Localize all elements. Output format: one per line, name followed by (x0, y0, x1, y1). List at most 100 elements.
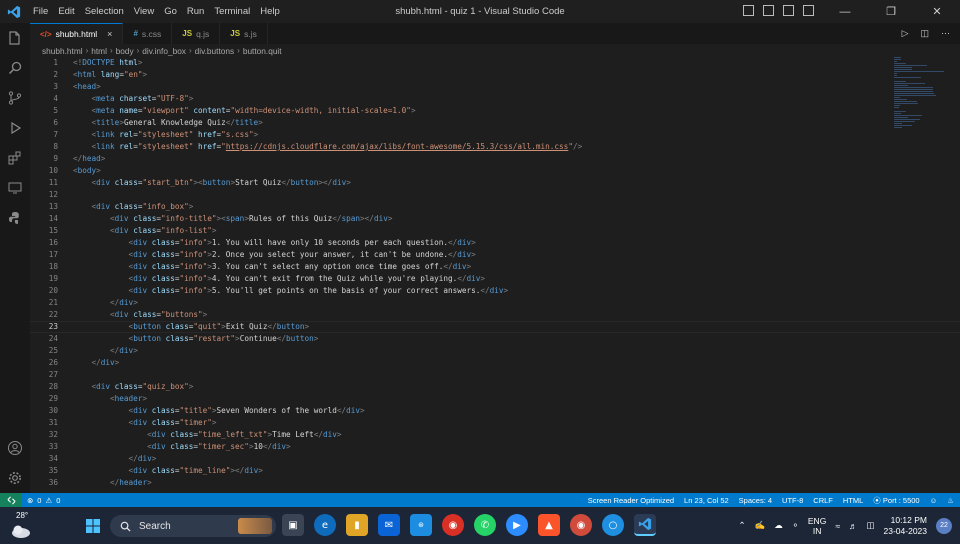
close-tab-icon[interactable]: × (107, 29, 112, 39)
line-number: 18 (48, 262, 58, 271)
vscode-logo-icon[interactable] (0, 0, 28, 23)
editor-actions: ▷ ◫ ⋯ (902, 28, 950, 39)
run-debug-icon[interactable] (0, 113, 30, 143)
file-explorer-icon[interactable]: ▮ (346, 514, 368, 536)
search-icon[interactable] (0, 53, 30, 83)
problems-indicator[interactable]: ⊗ 0 ⚠ 0 (22, 496, 60, 505)
notification-center-badge[interactable]: 22 (936, 517, 952, 534)
line-endings[interactable]: CRLF (813, 496, 833, 505)
minimize-button[interactable]: — (822, 0, 868, 23)
mail-icon[interactable]: ✉ (378, 514, 400, 536)
cortana-icon[interactable]: ○ (602, 514, 624, 536)
code-token: meta (96, 106, 115, 115)
account-icon[interactable] (0, 433, 30, 463)
breadcrumb-item[interactable]: div.info_box (142, 46, 186, 56)
code-content[interactable]: <!DOCTYPE html> <html lang="en"> <head> <m… (73, 57, 582, 489)
menu-edit[interactable]: Edit (53, 0, 79, 23)
code-token: > (151, 454, 157, 463)
code-token: div (151, 430, 166, 439)
code-token: > (142, 394, 148, 403)
zoom-icon[interactable]: ▶ (506, 514, 528, 536)
menu-help[interactable]: Help (255, 0, 285, 23)
code-link[interactable]: https://cdnjs.cloudflare.com/ajax/libs/f… (226, 142, 569, 151)
cursor-position[interactable]: Ln 23, Col 52 (684, 496, 729, 505)
run-icon[interactable]: ▷ (902, 28, 909, 39)
language-mode[interactable]: HTML (843, 496, 863, 505)
wifi-icon[interactable]: ≈ (835, 521, 840, 531)
menu-file[interactable]: File (28, 0, 53, 23)
volume-icon[interactable]: ♬ (849, 521, 858, 531)
menu-run[interactable]: Run (182, 0, 209, 23)
edge-browser-icon[interactable]: e (314, 514, 336, 536)
input-language[interactable]: ENG IN (808, 516, 826, 536)
tab-s-css[interactable]: # s.css (123, 23, 173, 44)
taskbar-search[interactable]: Search (110, 515, 276, 537)
whatsapp-icon[interactable]: ✆ (474, 514, 496, 536)
feedback-icon[interactable]: ☺ (930, 496, 938, 505)
code-token: class (160, 322, 189, 331)
activity-bar (0, 23, 30, 493)
tab-s-js[interactable]: JS s.js (220, 23, 268, 44)
toggle-secondary-sidebar-icon[interactable] (783, 5, 794, 16)
pen-menu-icon[interactable]: ✍ (755, 520, 766, 531)
tab-q-js[interactable]: JS q.js (172, 23, 221, 44)
menu-selection[interactable]: Selection (80, 0, 129, 23)
menu-terminal[interactable]: Terminal (209, 0, 255, 23)
menu-go[interactable]: Go (159, 0, 182, 23)
toggle-sidebar-icon[interactable] (743, 5, 754, 16)
close-window-button[interactable]: ✕ (914, 0, 960, 23)
code-token: > (211, 226, 217, 235)
more-actions-icon[interactable]: ⋯ (941, 28, 950, 39)
code-editor[interactable]: 1 2 3 4 5 6 7 8 9 10 11 12 13 14 15 16 17 18 19 20 21 22 23 24 2… (30, 57, 960, 493)
clock[interactable]: 10:12 PM 23-04-2023 (884, 515, 927, 537)
tab-shubh-html[interactable]: </> shubh.html × (30, 23, 124, 44)
breadcrumb-item[interactable]: html (91, 46, 107, 56)
code-token: content (188, 106, 226, 115)
notifications-bell-icon[interactable]: ♨ (947, 496, 954, 505)
indentation[interactable]: Spaces: 4 (739, 496, 772, 505)
line-number: 35 (48, 466, 58, 475)
toggle-panel-icon[interactable] (763, 5, 774, 16)
breadcrumb-item[interactable]: button.quit (243, 46, 282, 56)
code-token: 4. You can't exit from the Quiz while yo… (211, 274, 458, 283)
python-icon[interactable] (0, 203, 30, 233)
minimap-line (894, 113, 902, 114)
breadcrumb-item[interactable]: body (116, 46, 134, 56)
remote-indicator-icon[interactable] (0, 493, 22, 507)
breadcrumb-item[interactable]: div.buttons (195, 46, 235, 56)
onedrive-cloud-icon[interactable]: ☁ (774, 520, 783, 531)
line-number: 19 (48, 274, 58, 283)
code-token: ></ (360, 214, 374, 223)
live-server-port[interactable]: ⦿ Port : 5500 (873, 495, 919, 506)
microphone-icon[interactable]: ⚬ (792, 520, 799, 531)
code-token: DOCTYPE (82, 58, 115, 67)
chrome-icon[interactable]: ◉ (442, 514, 464, 536)
code-token: class (110, 178, 138, 187)
editor-scrollbar[interactable] (946, 57, 960, 493)
store-app-icon[interactable]: ⊛ (410, 514, 432, 536)
split-editor-icon[interactable]: ◫ (920, 28, 929, 39)
start-windows-icon[interactable] (82, 515, 104, 537)
restore-button[interactable]: ❐ (868, 0, 914, 23)
weather-widget[interactable]: 28° (6, 511, 36, 541)
code-token: div (114, 226, 129, 235)
chrome-profile-icon[interactable]: ◉ (570, 514, 592, 536)
brave-browser-icon[interactable]: ▲ (538, 514, 560, 536)
screen-reader-mode[interactable]: Screen Reader Optimized (588, 496, 674, 505)
customize-layout-icon[interactable] (803, 5, 814, 16)
task-view-icon[interactable]: ▣ (282, 514, 304, 536)
code-token: div (114, 214, 129, 223)
file-encoding[interactable]: UTF-8 (782, 496, 803, 505)
show-hidden-icons-chevron-icon[interactable]: ⌃ (739, 520, 746, 531)
source-control-icon[interactable] (0, 83, 30, 113)
battery-icon[interactable]: ◫ (866, 520, 874, 531)
breadcrumb-item[interactable]: shubh.html (42, 46, 83, 56)
vscode-taskbar-icon[interactable] (634, 514, 656, 536)
explorer-icon[interactable] (0, 23, 30, 53)
minimap[interactable] (894, 57, 946, 137)
menu-view[interactable]: View (129, 0, 159, 23)
manage-gear-icon[interactable] (0, 463, 30, 493)
extensions-icon[interactable] (0, 143, 30, 173)
remote-explorer-icon[interactable] (0, 173, 30, 203)
